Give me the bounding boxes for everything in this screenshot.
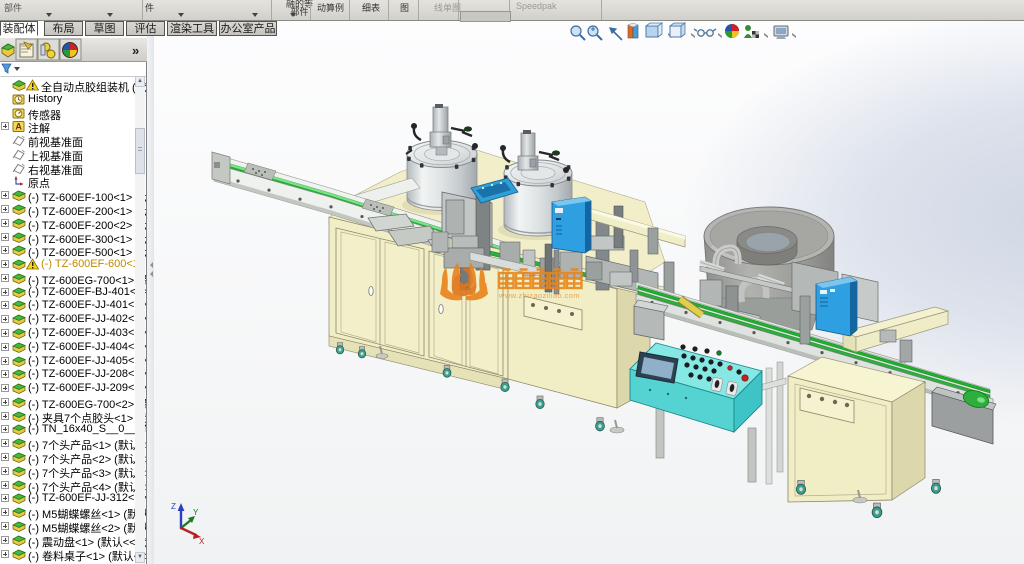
svg-text:www.zhizaoziliao.com: www.zhizaoziliao.com: [498, 291, 580, 300]
svg-text:Z: Z: [171, 502, 176, 511]
svg-text:Y: Y: [193, 508, 199, 517]
svg-text:X: X: [199, 537, 205, 546]
